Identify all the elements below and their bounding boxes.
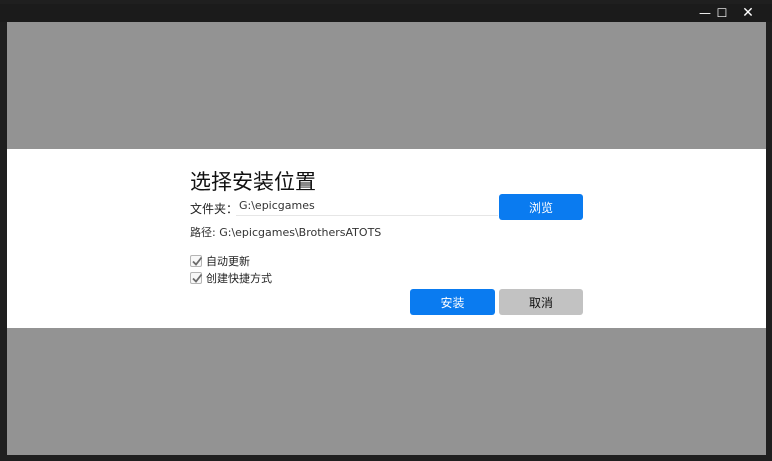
cancel-button[interactable]: 取消 xyxy=(499,289,583,315)
install-button[interactable]: 安装 xyxy=(410,289,495,315)
auto-update-label: 自动更新 xyxy=(206,255,250,268)
checkbox-box[interactable] xyxy=(190,255,203,267)
auto-update-checkbox[interactable]: 自动更新 xyxy=(190,254,250,268)
install-location-dialog: 选择安装位置 文件夹： 浏览 路径: G:\epicgames\Brothers… xyxy=(7,149,766,328)
checkmark-icon xyxy=(192,273,203,283)
folder-input[interactable] xyxy=(236,196,498,216)
dialog-title: 选择安装位置 xyxy=(190,170,316,194)
create-shortcut-checkbox[interactable]: 创建快捷方式 xyxy=(190,271,272,285)
browse-button[interactable]: 浏览 xyxy=(499,194,583,220)
title-bar: — ☐ ✕ xyxy=(0,4,772,22)
app-window: — ☐ ✕ 选择安装位置 文件夹： 浏览 路径: G:\epicgames\Br… xyxy=(0,0,772,461)
checkbox-box[interactable] xyxy=(190,272,203,284)
create-shortcut-label: 创建快捷方式 xyxy=(206,272,272,285)
folder-label: 文件夹： xyxy=(190,202,239,216)
checkmark-icon xyxy=(192,256,203,266)
path-value: G:\epicgames\BrothersATOTS xyxy=(219,226,382,239)
maximize-icon[interactable]: ☐ xyxy=(711,4,733,22)
install-path: 路径: G:\epicgames\BrothersATOTS xyxy=(190,224,381,240)
path-label: 路径: xyxy=(190,226,216,239)
close-icon[interactable]: ✕ xyxy=(737,4,759,22)
